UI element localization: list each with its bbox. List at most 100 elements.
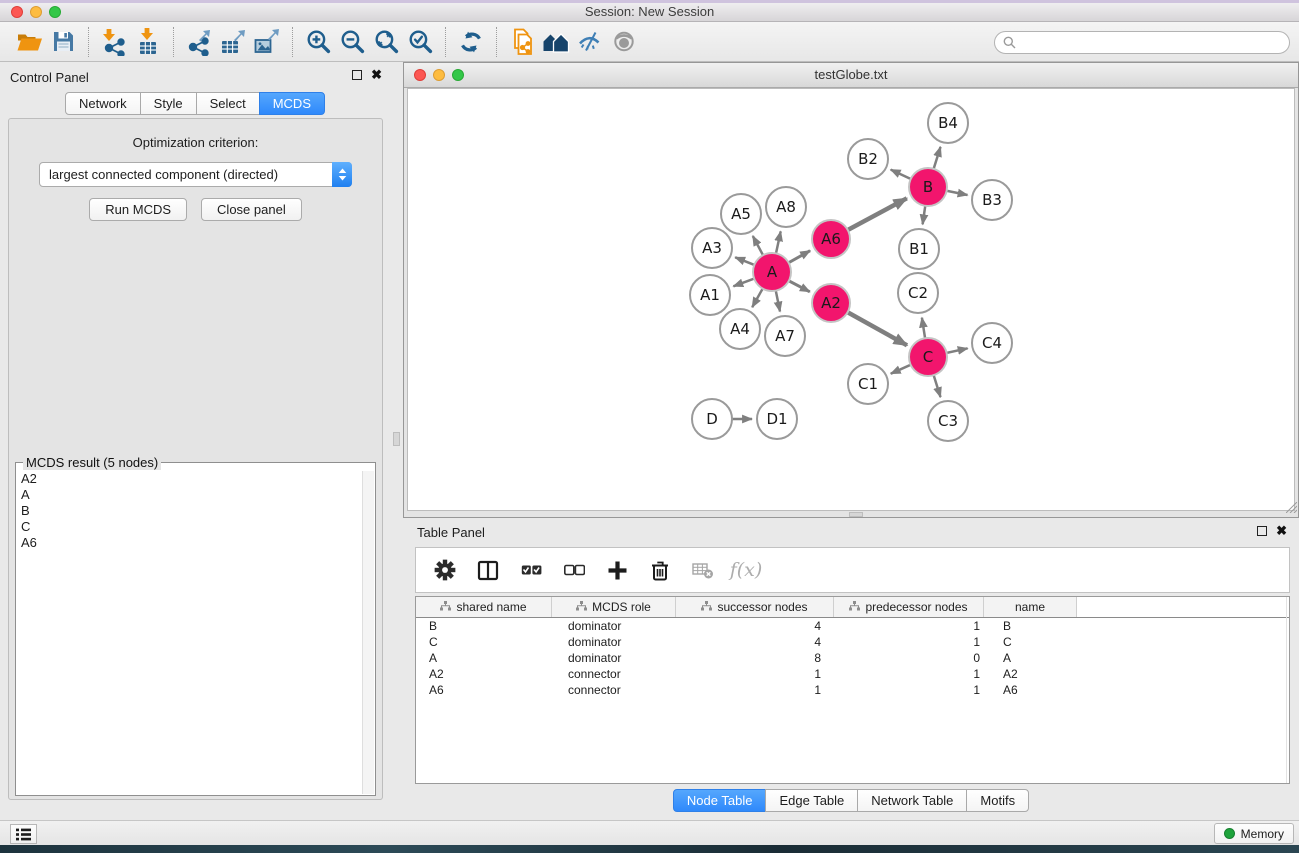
- table-settings-icon[interactable]: [430, 555, 460, 585]
- panel-splitter[interactable]: [390, 62, 403, 820]
- select-all-icon[interactable]: [516, 555, 546, 585]
- horizontal-splitter-grip[interactable]: [849, 512, 863, 517]
- table-cell[interactable]: connector: [552, 683, 676, 697]
- tab-select[interactable]: Select: [196, 92, 260, 115]
- graph-node-C[interactable]: C: [909, 338, 947, 376]
- table-row[interactable]: Adominator80A: [416, 650, 1289, 666]
- delete-row-icon[interactable]: [645, 555, 675, 585]
- export-image-icon[interactable]: [250, 26, 284, 58]
- zoom-out-icon[interactable]: [335, 26, 369, 58]
- graph-node-B4[interactable]: B4: [928, 103, 968, 143]
- tab-mcds[interactable]: MCDS: [259, 92, 325, 115]
- zoom-in-icon[interactable]: [301, 26, 335, 58]
- tab-style[interactable]: Style: [140, 92, 197, 115]
- tab-node-table[interactable]: Node Table: [673, 789, 767, 812]
- task-history-button[interactable]: [10, 824, 37, 844]
- table-cell[interactable]: 1: [834, 683, 984, 697]
- export-network-icon[interactable]: [182, 26, 216, 58]
- table-cell[interactable]: 4: [676, 619, 834, 633]
- network-minimize-button[interactable]: [433, 69, 445, 81]
- close-window-button[interactable]: [11, 6, 23, 18]
- column-header-shared-name[interactable]: shared name: [416, 597, 552, 617]
- tab-network[interactable]: Network: [65, 92, 141, 115]
- graph-node-D1[interactable]: D1: [757, 399, 797, 439]
- table-cell[interactable]: A: [416, 651, 552, 665]
- graph-node-A1[interactable]: A1: [690, 275, 730, 315]
- column-header-mcds-role[interactable]: MCDS role: [552, 597, 676, 617]
- column-visibility-icon[interactable]: [473, 555, 503, 585]
- table-scrollbar[interactable]: [1286, 597, 1289, 783]
- graph-node-B[interactable]: B: [909, 168, 947, 206]
- graph-node-D[interactable]: D: [692, 399, 732, 439]
- search-box[interactable]: [994, 31, 1290, 54]
- table-cell[interactable]: C: [984, 635, 1077, 649]
- close-panel-button[interactable]: Close panel: [201, 198, 302, 221]
- run-mcds-button[interactable]: Run MCDS: [89, 198, 187, 221]
- show-view-icon[interactable]: [607, 26, 641, 58]
- table-cell[interactable]: A: [984, 651, 1077, 665]
- optimization-criterion-select[interactable]: largest connected component (directed): [39, 162, 352, 187]
- table-row[interactable]: A2connector11A2: [416, 666, 1289, 682]
- table-row[interactable]: Cdominator41C: [416, 634, 1289, 650]
- table-row[interactable]: Bdominator41B: [416, 618, 1289, 634]
- zoom-fit-icon[interactable]: [369, 26, 403, 58]
- table-cell[interactable]: A6: [416, 683, 552, 697]
- column-header-predecessor-nodes[interactable]: predecessor nodes: [834, 597, 984, 617]
- memory-button[interactable]: Memory: [1214, 823, 1294, 844]
- graph-node-A[interactable]: A: [753, 253, 791, 291]
- mcds-result-item[interactable]: C: [21, 519, 375, 535]
- graph-node-B1[interactable]: B1: [899, 229, 939, 269]
- table-row[interactable]: A6connector11A6: [416, 682, 1289, 698]
- table-cell[interactable]: dominator: [552, 651, 676, 665]
- graph-node-C3[interactable]: C3: [928, 401, 968, 441]
- graph-node-A8[interactable]: A8: [766, 187, 806, 227]
- table-cell[interactable]: C: [416, 635, 552, 649]
- hide-panel-icon[interactable]: [573, 26, 607, 58]
- graph-node-B2[interactable]: B2: [848, 139, 888, 179]
- table-cell[interactable]: 8: [676, 651, 834, 665]
- minimize-window-button[interactable]: [30, 6, 42, 18]
- graph-node-C1[interactable]: C1: [848, 364, 888, 404]
- table-cell[interactable]: B: [984, 619, 1077, 633]
- add-row-icon[interactable]: [602, 555, 632, 585]
- search-input[interactable]: [1021, 34, 1289, 52]
- close-panel-icon[interactable]: ✖: [371, 70, 382, 80]
- graph-node-A6[interactable]: A6: [812, 220, 850, 258]
- table-cell[interactable]: 1: [834, 635, 984, 649]
- table-cell[interactable]: dominator: [552, 635, 676, 649]
- mcds-result-item[interactable]: A2: [21, 471, 375, 487]
- result-scrollbar[interactable]: [362, 471, 374, 794]
- network-zoom-button[interactable]: [452, 69, 464, 81]
- refresh-view-icon[interactable]: [454, 26, 488, 58]
- column-header-successor-nodes[interactable]: successor nodes: [676, 597, 834, 617]
- deselect-all-icon[interactable]: [559, 555, 589, 585]
- network-canvas[interactable]: B4B2BB3A8A5A6B1A3AA1C2A2A4A7C4CC1C3DD1: [407, 88, 1295, 511]
- table-cell[interactable]: 1: [676, 683, 834, 697]
- graph-node-A3[interactable]: A3: [692, 228, 732, 268]
- close-table-panel-icon[interactable]: ✖: [1276, 526, 1287, 536]
- export-table-icon[interactable]: [216, 26, 250, 58]
- table-cell[interactable]: 1: [834, 667, 984, 681]
- table-cell[interactable]: 0: [834, 651, 984, 665]
- graph-node-A5[interactable]: A5: [721, 194, 761, 234]
- save-session-icon[interactable]: [46, 26, 80, 58]
- mcds-result-item[interactable]: A: [21, 487, 375, 503]
- tab-edge-table[interactable]: Edge Table: [765, 789, 858, 812]
- network-graph[interactable]: B4B2BB3A8A5A6B1A3AA1C2A2A4A7C4CC1C3DD1: [408, 89, 1296, 512]
- graph-node-B3[interactable]: B3: [972, 180, 1012, 220]
- table-cell[interactable]: 1: [676, 667, 834, 681]
- tab-motifs[interactable]: Motifs: [966, 789, 1029, 812]
- table-cell[interactable]: dominator: [552, 619, 676, 633]
- graph-node-C2[interactable]: C2: [898, 273, 938, 313]
- resize-grip-icon[interactable]: [1286, 501, 1297, 516]
- mcds-result-item[interactable]: A6: [21, 535, 375, 551]
- open-session-icon[interactable]: [12, 26, 46, 58]
- table-cell[interactable]: connector: [552, 667, 676, 681]
- duplicate-network-icon[interactable]: [505, 26, 539, 58]
- table-cell[interactable]: A6: [984, 683, 1077, 697]
- tab-network-table[interactable]: Network Table: [857, 789, 967, 812]
- column-header-name[interactable]: name: [984, 597, 1077, 617]
- zoom-window-button[interactable]: [49, 6, 61, 18]
- table-cell[interactable]: 4: [676, 635, 834, 649]
- table-cell[interactable]: 1: [834, 619, 984, 633]
